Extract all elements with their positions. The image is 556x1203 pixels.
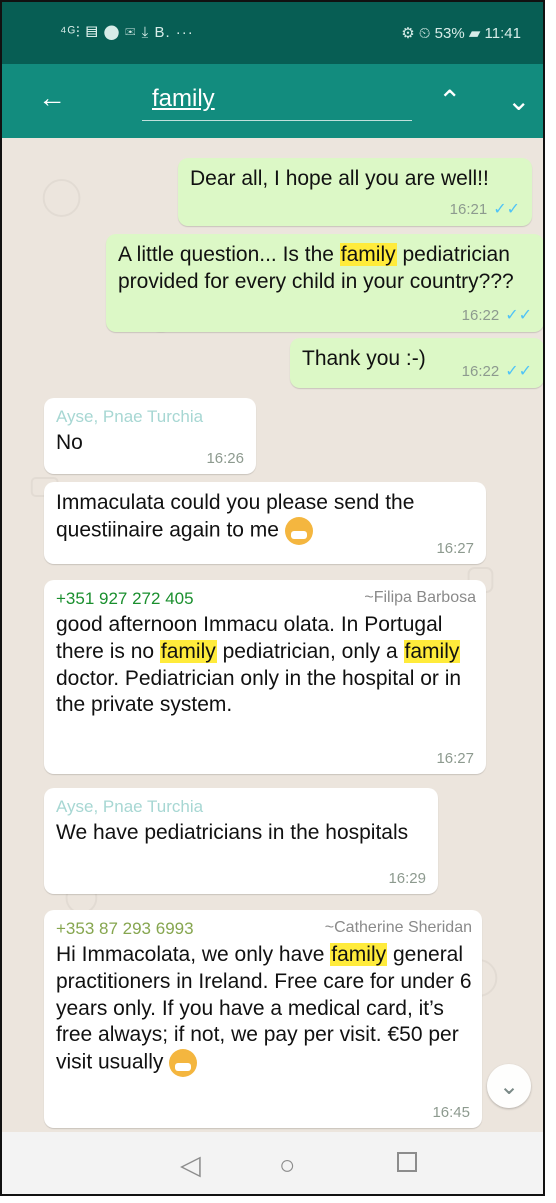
search-highlight: family (339, 243, 397, 266)
status-left-icons: ⁴ᴳ⫶ ▤ ⬤ ✉ ⤓ B. ··· (60, 24, 194, 41)
message-time: 16:45 (432, 1103, 470, 1121)
message-bubble-7[interactable]: Ayse, Pnae Turchia We have pediatricians… (44, 788, 438, 894)
message-text: We have pediatricians in the hospitals (56, 820, 409, 844)
message-meta: 16:21 ✓✓ (450, 200, 520, 220)
nav-recents-icon[interactable] (397, 1152, 417, 1172)
message-meta: 16:26 (206, 449, 244, 468)
read-receipt-icon: ✓✓ (505, 362, 532, 380)
message-bubble-8[interactable]: +353 87 293 6993 ~Catherine Sheridan Hi … (44, 910, 482, 1128)
search-highlight: family (159, 639, 217, 663)
phone-screen: ⁴ᴳ⫶ ▤ ⬤ ✉ ⤓ B. ··· ⚙ ⏲ 53% ▰ 11:41 ← ⌃ ⌄… (0, 0, 545, 1196)
double-chevron-down-icon: ⌄ (498, 1072, 520, 1100)
message-bubble-4[interactable]: Ayse, Pnae Turchia No 16:26 (44, 398, 256, 474)
message-meta: 16:27 (436, 749, 474, 768)
message-meta: 16:22 ✓✓ (462, 306, 532, 326)
message-bubble-6[interactable]: +351 927 272 405 ~Filipa Barbosa good af… (44, 580, 486, 774)
message-time: 16:29 (388, 869, 426, 887)
search-toolbar: ← ⌃ ⌄ (2, 64, 543, 138)
face-mask-emoji (169, 1049, 198, 1078)
sender-name: Ayse, Pnae Turchia (56, 407, 204, 426)
message-meta: 16:22 ✓✓ (462, 362, 532, 382)
read-receipt-icon: ✓✓ (505, 306, 532, 324)
arrow-left-icon[interactable]: ← (38, 82, 66, 114)
read-receipt-icon: ✓✓ (493, 200, 520, 218)
message-text: Hi Immacolata, we only have family gener… (56, 942, 472, 1078)
sender-alias: ~Catherine Sheridan (324, 919, 472, 936)
message-bubble-3[interactable]: Thank you :-) 16:22 ✓✓ (290, 338, 543, 388)
message-time: 16:21 (449, 201, 488, 219)
status-right-info: ⚙ ⏲ 53% ▰ 11:41 (401, 25, 521, 42)
sender-name: +353 87 293 6993 (56, 919, 194, 938)
sender-name: +351 927 272 405 (56, 589, 194, 608)
message-time: 16:22 (461, 363, 500, 381)
message-meta: 16:29 (388, 869, 426, 888)
search-input[interactable] (142, 78, 412, 120)
chevron-down-icon[interactable]: ⌄ (507, 84, 530, 117)
message-time: 16:26 (206, 449, 244, 467)
message-bubble-5[interactable]: Immaculata could you please send the que… (44, 482, 486, 564)
sender-name-row: +353 87 293 6993 ~Catherine Sheridan (56, 918, 472, 940)
nav-back-icon[interactable]: ◁ (180, 1150, 201, 1181)
search-field[interactable] (142, 78, 412, 121)
scroll-to-bottom-button[interactable]: ⌄ (487, 1064, 531, 1108)
message-bubble-1[interactable]: Dear all, I hope all you are well!! 16:2… (178, 158, 532, 226)
message-time: 16:22 (461, 307, 500, 325)
message-meta: 16:27 (436, 539, 474, 558)
sender-alias: ~Filipa Barbosa (364, 589, 476, 606)
message-meta: 16:45 (432, 1103, 470, 1122)
message-text: good afternoon Immacu olata. In Portugal… (56, 612, 462, 717)
chat-area[interactable]: Dear all, I hope all you are well!! 16:2… (2, 138, 543, 1132)
see-no-evil-monkey-emoji (284, 516, 313, 545)
message-bubble-2[interactable]: A little question... Is the family pedia… (106, 234, 543, 332)
nav-home-icon[interactable]: ○ (279, 1150, 295, 1181)
sender-name: Ayse, Pnae Turchia (56, 797, 204, 816)
status-bar: ⁴ᴳ⫶ ▤ ⬤ ✉ ⤓ B. ··· ⚙ ⏲ 53% ▰ 11:41 (2, 2, 543, 64)
sender-name-row: Ayse, Pnae Turchia (56, 406, 246, 428)
search-highlight: family (403, 639, 461, 663)
message-text: Immaculata could you please send the que… (56, 490, 476, 545)
message-time: 16:27 (436, 749, 474, 767)
android-navigation-bar: ◁ ○ (2, 1132, 543, 1194)
sender-name-row: +351 927 272 405 ~Filipa Barbosa (56, 588, 476, 610)
sender-name-row: Ayse, Pnae Turchia (56, 796, 428, 818)
message-time: 16:27 (436, 539, 474, 557)
message-text: A little question... Is the family pedia… (118, 243, 514, 293)
search-highlight: family (330, 942, 388, 966)
chevron-up-icon[interactable]: ⌃ (438, 84, 461, 117)
message-text: Dear all, I hope all you are well!! (190, 167, 489, 190)
